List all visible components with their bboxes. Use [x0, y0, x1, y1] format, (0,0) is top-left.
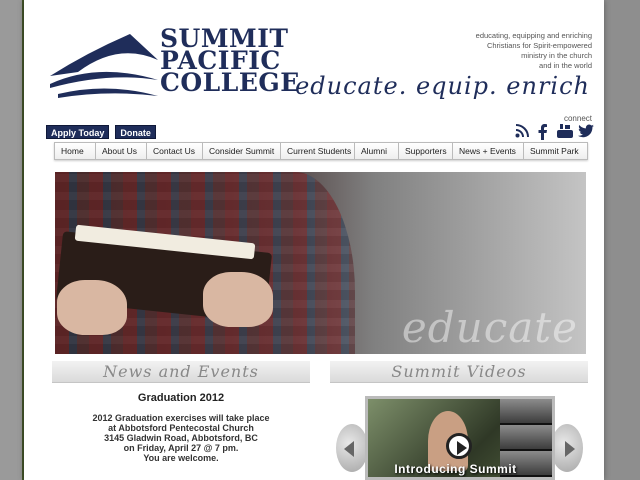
college-name: SUMMIT PACIFIC COLLEGE — [160, 24, 300, 97]
nav-item-summit-park[interactable]: Summit Park — [524, 143, 587, 159]
chevron-right-icon — [565, 441, 575, 457]
play-icon[interactable] — [446, 433, 472, 459]
rss-icon[interactable] — [515, 124, 529, 138]
video-prev-button[interactable] — [336, 424, 368, 472]
nav-item-alumni[interactable]: Alumni — [355, 143, 399, 159]
apply-today-button[interactable]: Apply Today — [46, 125, 110, 139]
news-title[interactable]: Graduation 2012 — [52, 392, 310, 404]
mountain-logo-icon — [50, 34, 158, 98]
page-container: SUMMIT PACIFIC COLLEGE educating, equipp… — [24, 0, 604, 480]
video-caption: Introducing Summit — [394, 462, 517, 476]
hero-word: educate — [401, 303, 578, 352]
hero-hand-left — [57, 280, 127, 335]
mission-statement: educating, equipping and enriching Chris… — [475, 31, 592, 70]
main-navigation: Home About Us Contact Us Consider Summit… — [54, 142, 588, 160]
nav-item-current-students[interactable]: Current Students — [281, 143, 355, 159]
nav-item-consider-summit[interactable]: Consider Summit — [203, 143, 281, 159]
college-logo[interactable]: SUMMIT PACIFIC COLLEGE — [48, 26, 299, 100]
twitter-icon[interactable] — [578, 124, 594, 138]
youtube-icon[interactable] — [557, 124, 573, 138]
tagline: educate. equip. enrich — [295, 72, 590, 100]
facebook-icon[interactable] — [536, 124, 550, 140]
hero-banner[interactable]: educate — [55, 172, 586, 354]
video-thumb — [500, 399, 552, 425]
action-buttons: Apply Today Donate — [46, 125, 156, 139]
background-shade — [604, 0, 640, 480]
video-next-button[interactable] — [551, 424, 583, 472]
hero-hand-right — [203, 272, 273, 327]
video-thumb — [500, 425, 552, 451]
nav-item-contact-us[interactable]: Contact Us — [147, 143, 203, 159]
news-body: 2012 Graduation exercises will take plac… — [92, 413, 270, 463]
nav-item-about-us[interactable]: About Us — [96, 143, 147, 159]
nav-item-news-events[interactable]: News + Events — [453, 143, 524, 159]
social-links — [515, 124, 594, 140]
connect-label: connect — [563, 114, 592, 123]
news-events-banner: News and Events — [52, 361, 310, 383]
nav-item-home[interactable]: Home — [55, 143, 96, 159]
video-player[interactable]: Introducing Summit — [365, 396, 555, 480]
chevron-left-icon — [344, 441, 354, 457]
donate-button[interactable]: Donate — [115, 125, 156, 139]
nav-item-supporters[interactable]: Supporters — [399, 143, 453, 159]
summit-videos-banner: Summit Videos — [330, 361, 588, 383]
